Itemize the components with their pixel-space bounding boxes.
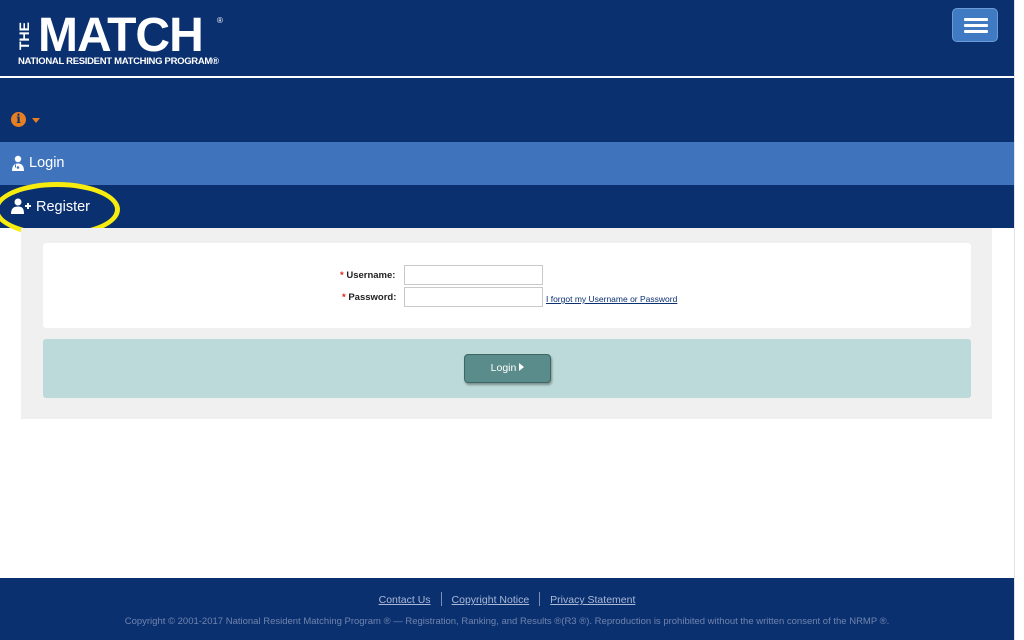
scrollbar[interactable]: [1014, 0, 1024, 640]
caret-down-icon[interactable]: [32, 118, 40, 123]
caret-right-icon: [519, 363, 525, 371]
info-circle-icon[interactable]: i: [11, 112, 26, 127]
top-header: THE MATCH ® NATIONAL RESIDENT MATCHING P…: [0, 0, 1014, 76]
hamburger-icon-bar: [964, 18, 988, 21]
copyright-notice-link[interactable]: Copyright Notice: [442, 594, 540, 606]
login-panel: * Username: * Password: I forgot my User…: [21, 228, 992, 419]
footer-links: Contact Us Copyright Notice Privacy Statem…: [0, 592, 1014, 606]
username-input[interactable]: [404, 265, 543, 285]
page: THE MATCH ® NATIONAL RESIDENT MATCHING P…: [0, 0, 1024, 640]
password-label-text: Password:: [348, 292, 397, 303]
privacy-statement-link[interactable]: Privacy Statement: [540, 594, 645, 606]
required-mark: *: [340, 270, 344, 281]
logo-subtitle: NATIONAL RESIDENT MATCHING PROGRAM®: [18, 56, 219, 67]
required-mark: *: [342, 292, 346, 303]
nav-login[interactable]: Login: [0, 142, 1014, 185]
login-form: * Username: * Password: I forgot my User…: [43, 243, 971, 328]
match-logo[interactable]: THE MATCH ® NATIONAL RESIDENT MATCHING P…: [16, 9, 228, 72]
user-doctor-icon: [10, 155, 26, 176]
logo-registered: ®: [217, 16, 223, 25]
logo-the: THE: [16, 22, 32, 50]
logo-word: MATCH: [38, 9, 204, 62]
hamburger-icon-bar: [964, 30, 988, 33]
info-bar: i: [0, 78, 1014, 142]
hamburger-icon-bar: [964, 24, 988, 27]
action-bar: Login: [43, 339, 971, 398]
password-label: * Password:: [342, 292, 396, 303]
contact-us-link[interactable]: Contact Us: [369, 594, 441, 606]
password-input[interactable]: [404, 287, 543, 307]
footer: Contact Us Copyright Notice Privacy Statem…: [0, 578, 1014, 640]
nav-register[interactable]: Register: [0, 185, 1014, 228]
login-button[interactable]: Login: [464, 354, 551, 383]
username-label: * Username:: [340, 270, 395, 281]
forgot-credentials-link[interactable]: I forgot my Username or Password: [546, 294, 677, 304]
username-label-text: Username:: [346, 270, 396, 281]
login-button-label: Login: [490, 362, 517, 374]
hamburger-menu-button[interactable]: [952, 8, 998, 42]
copyright-text: Copyright © 2001-2017 National Resident …: [124, 616, 890, 627]
nav-login-label: Login: [29, 155, 65, 171]
